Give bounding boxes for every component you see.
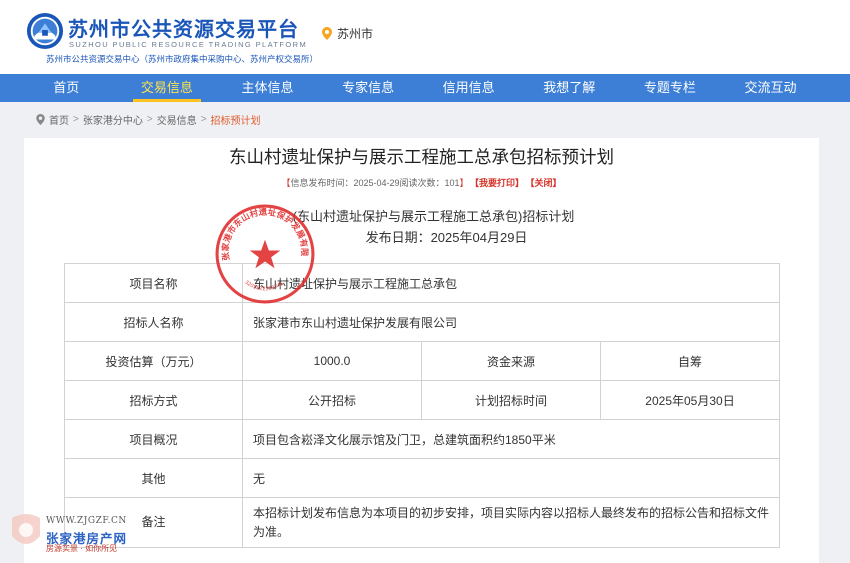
meta-bracket-close: 】 (459, 178, 469, 188)
other-label: 其他 (64, 458, 243, 498)
project-name-label: 项目名称 (64, 263, 243, 303)
document-title: (东山村遗址保护与展示工程施工总承包)招标计划 (292, 209, 575, 224)
nav-item-expert-info[interactable]: 专家信息 (318, 74, 419, 102)
location-pin-icon (36, 113, 45, 125)
fund-source-value: 自筹 (599, 341, 781, 381)
tender-info-table: 项目名称 东山村遗址保护与展示工程施工总承包 招标人名称 张家港市东山村遗址保护… (64, 263, 781, 548)
tenderer-label: 招标人名称 (64, 302, 243, 342)
close-button[interactable]: 【关闭】 (530, 178, 562, 188)
table-row: 招标方式 公开招标 计划招标时间 2025年05月30日 (64, 380, 781, 420)
other-value: 无 (241, 458, 781, 498)
main-nav: 首页 交易信息 主体信息 专家信息 信用信息 我想了解 专题专栏 交流互动 (0, 74, 850, 102)
plan-time-label: 计划招标时间 (421, 380, 601, 420)
brand-title[interactable]: 苏州市公共资源交易平台 (68, 13, 299, 42)
table-row: 投资估算（万元） 1000.0 资金来源 自筹 (64, 341, 781, 381)
table-row: 其他 无 (64, 458, 781, 498)
nav-item-home[interactable]: 首页 (16, 74, 117, 102)
breadcrumb-separator: > (200, 113, 207, 125)
breadcrumb-trading-info[interactable]: 交易信息 (157, 112, 197, 127)
location-label: 苏州市 (337, 27, 374, 41)
table-row: 备注 本招标计划发布信息为本项目的初步安排，项目实际内容以招标人最终发布的招标公… (64, 497, 781, 548)
document-date: 发布日期：2025年04月29日 (365, 230, 528, 245)
tenderer-value: 张家港市东山村遗址保护发展有限公司 (241, 302, 781, 342)
table-row: 项目概况 项目包含崧泽文化展示馆及门卫，总建筑面积约1850平米 (64, 419, 781, 459)
breadcrumb-home[interactable]: 首页 (49, 112, 69, 127)
fund-source-label: 资金来源 (421, 341, 601, 381)
nav-item-interaction[interactable]: 交流互动 (720, 74, 821, 102)
project-name-value: 东山村遗址保护与展示工程施工总承包 (241, 263, 781, 303)
method-value: 公开招标 (242, 380, 422, 420)
location-pin-icon (322, 27, 332, 40)
platform-logo-icon[interactable] (26, 12, 64, 50)
print-button[interactable]: 【我要打印】 (475, 178, 525, 188)
nav-item-entity-info[interactable]: 主体信息 (217, 74, 318, 102)
plan-time-value: 2025年05月30日 (599, 380, 781, 420)
site-header: 苏州市公共资源交易平台 SUZHOU PUBLIC RESOURCE TRADI… (0, 0, 850, 74)
publish-info: 信息发布时间：2025-04-29阅读次数：101 (290, 178, 460, 188)
article-meta: 【信息发布时间：2025-04-29阅读次数：101】 【我要打印】 【关闭】 (24, 176, 819, 189)
overview-value: 项目包含崧泽文化展示馆及门卫，总建筑面积约1850平米 (241, 419, 781, 459)
remark-label: 备注 (64, 497, 243, 548)
breadcrumb-separator: > (73, 113, 79, 125)
table-row: 招标人名称 张家港市东山村遗址保护发展有限公司 (64, 302, 781, 342)
nav-item-learn-more[interactable]: 我想了解 (519, 74, 620, 102)
location-selector[interactable]: 苏州市 (322, 25, 373, 42)
breadcrumb: 首页 > 张家港分中心 > 交易信息 > 招标预计划 (0, 102, 850, 136)
investment-value: 1000.0 (242, 341, 422, 381)
investment-label: 投资估算（万元） (64, 341, 243, 381)
breadcrumb-separator: > (146, 113, 153, 125)
breadcrumb-current: 招标预计划 (210, 115, 261, 127)
table-row: 项目名称 东山村遗址保护与展示工程施工总承包 (64, 263, 781, 303)
brand-subtitle-en: SUZHOU PUBLIC RESOURCE TRADING PLATFORM (69, 40, 308, 49)
remark-value: 本招标计划发布信息为本项目的初步安排，项目实际内容以招标人最终发布的招标公告和招… (241, 497, 781, 548)
article-panel: 东山村遗址保护与展示工程施工总承包招标预计划 【信息发布时间：2025-04-2… (24, 138, 819, 563)
nav-item-credit-info[interactable]: 信用信息 (418, 74, 519, 102)
overview-label: 项目概况 (64, 419, 243, 459)
breadcrumb-branch[interactable]: 张家港分中心 (83, 112, 143, 127)
nav-item-special-topics[interactable]: 专题专栏 (620, 74, 721, 102)
method-label: 招标方式 (64, 380, 243, 420)
brand-organization: 苏州市公共资源交易中心（苏州市政府集中采购中心、苏州产权交易所） (46, 54, 319, 64)
nav-item-trading-info[interactable]: 交易信息 (117, 74, 218, 102)
page-title: 东山村遗址保护与展示工程施工总承包招标预计划 (229, 147, 614, 167)
